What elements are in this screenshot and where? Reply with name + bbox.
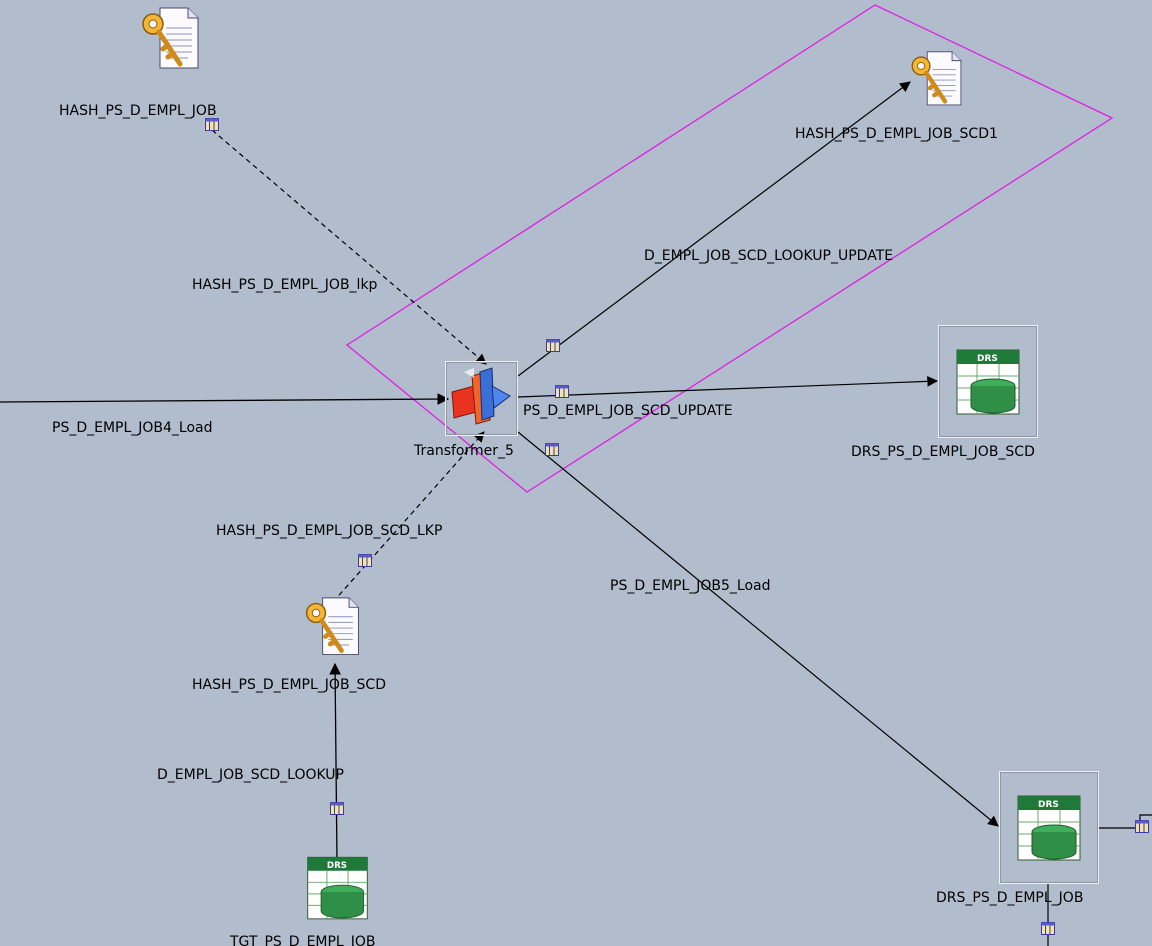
link-line-load5[interactable] xyxy=(517,431,999,827)
stage-tgt-empl-job[interactable]: DRS xyxy=(300,852,375,928)
stage-hash-empl-job-scd1[interactable] xyxy=(904,50,970,112)
drs-database-icon: DRS xyxy=(1017,795,1081,861)
hashed-file-key-icon xyxy=(911,51,962,106)
link-column-icon[interactable] xyxy=(545,443,559,456)
stage-label: DRS_PS_D_EMPL_JOB_SCD xyxy=(851,444,1035,460)
link-column-icon[interactable] xyxy=(555,385,569,398)
stage-hash-empl-job[interactable] xyxy=(138,6,204,76)
link-line-scd-lookup[interactable] xyxy=(329,662,341,863)
stage-label: HASH_PS_D_EMPL_JOB_SCD xyxy=(192,677,386,693)
link-label-lookup-update[interactable]: D_EMPL_JOB_SCD_LOOKUP_UPDATE xyxy=(644,248,893,264)
hashed-file-key-icon xyxy=(305,597,359,655)
link-label-scd-update[interactable]: PS_D_EMPL_JOB_SCD_UPDATE xyxy=(523,403,733,419)
stage-label: Transformer_5 xyxy=(414,443,514,459)
link-label-scd-lkp[interactable]: HASH_PS_D_EMPL_JOB_SCD_LKP xyxy=(216,523,442,539)
link-line-lkp[interactable] xyxy=(211,129,487,365)
link-column-icon[interactable] xyxy=(1041,922,1055,935)
stage-hash-empl-job-scd[interactable] xyxy=(300,596,366,662)
link-column-icon[interactable] xyxy=(1135,820,1149,833)
stage-drs-empl-job[interactable]: DRS xyxy=(999,771,1099,884)
job-design-canvas[interactable]: HASH_PS_D_EMPL_JOB HASH_PS_D_EMPL_JOB_SC… xyxy=(0,0,1152,946)
drs-badge: DRS xyxy=(1038,800,1059,810)
link-column-icon[interactable] xyxy=(358,554,372,567)
hashed-file-key-icon xyxy=(142,7,199,69)
stage-label: HASH_PS_D_EMPL_JOB_SCD1 xyxy=(795,126,998,142)
drs-badge: DRS xyxy=(977,354,998,364)
transformer-icon xyxy=(451,367,511,425)
link-line-load4[interactable] xyxy=(0,393,450,405)
link-line-scd-update[interactable] xyxy=(517,375,939,398)
link-label-load4[interactable]: PS_D_EMPL_JOB4_Load xyxy=(52,420,213,436)
stage-drs-empl-job-scd[interactable]: DRS xyxy=(938,325,1038,438)
drs-database-icon: DRS xyxy=(956,349,1020,415)
link-column-icon[interactable] xyxy=(546,339,560,352)
link-label-scd-lookup[interactable]: D_EMPL_JOB_SCD_LOOKUP xyxy=(157,767,344,783)
stage-label: HASH_PS_D_EMPL_JOB xyxy=(59,103,217,119)
drs-badge: DRS xyxy=(327,861,347,871)
drs-database-icon: DRS xyxy=(307,856,368,920)
link-label-load5[interactable]: PS_D_EMPL_JOB5_Load xyxy=(610,578,771,594)
link-column-icon[interactable] xyxy=(205,118,219,131)
stage-label: DRS_PS_D_EMPL_JOB xyxy=(936,890,1084,906)
stage-label: TGT_PS_D_EMPL_JOB xyxy=(230,934,376,946)
stage-transformer[interactable] xyxy=(445,361,518,436)
link-label-lkp[interactable]: HASH_PS_D_EMPL_JOB_lkp xyxy=(192,277,377,293)
link-column-icon[interactable] xyxy=(330,802,344,815)
